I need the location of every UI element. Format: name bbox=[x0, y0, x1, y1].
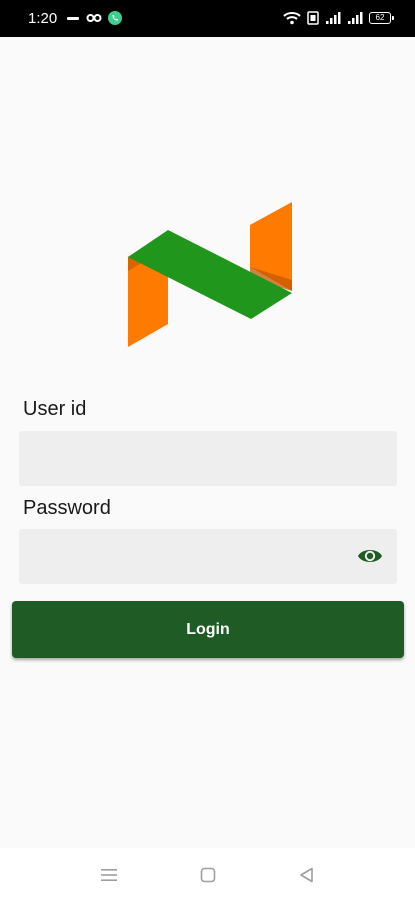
eye-icon[interactable] bbox=[357, 545, 383, 567]
home-icon[interactable] bbox=[197, 864, 219, 886]
n-logo-icon bbox=[128, 202, 292, 347]
battery-icon: 62 bbox=[369, 12, 394, 24]
signal-icon bbox=[326, 12, 341, 24]
hd-icon bbox=[307, 11, 319, 25]
signal-2-icon bbox=[348, 12, 363, 24]
notification-icons bbox=[66, 11, 122, 25]
call-notification-icon bbox=[108, 11, 122, 25]
user-id-field-container bbox=[19, 431, 397, 486]
system-status-icons: 62 bbox=[283, 10, 394, 26]
password-label: Password bbox=[23, 497, 111, 519]
login-screen: 1:20 62 User id Password Login bbox=[0, 0, 415, 900]
status-time: 1:20 bbox=[28, 10, 58, 27]
menu-icon[interactable] bbox=[98, 864, 120, 886]
password-input[interactable] bbox=[19, 529, 397, 584]
infinity-notification-icon bbox=[86, 14, 102, 22]
minus-notification-icon bbox=[67, 17, 79, 20]
password-field-container bbox=[19, 529, 397, 584]
user-id-label: User id bbox=[23, 398, 87, 420]
navigation-bar bbox=[0, 848, 415, 900]
back-icon[interactable] bbox=[296, 864, 318, 886]
wifi-icon bbox=[283, 12, 301, 25]
login-button[interactable]: Login bbox=[12, 601, 404, 658]
user-id-input[interactable] bbox=[19, 431, 397, 486]
status-bar: 1:20 62 bbox=[0, 0, 415, 37]
